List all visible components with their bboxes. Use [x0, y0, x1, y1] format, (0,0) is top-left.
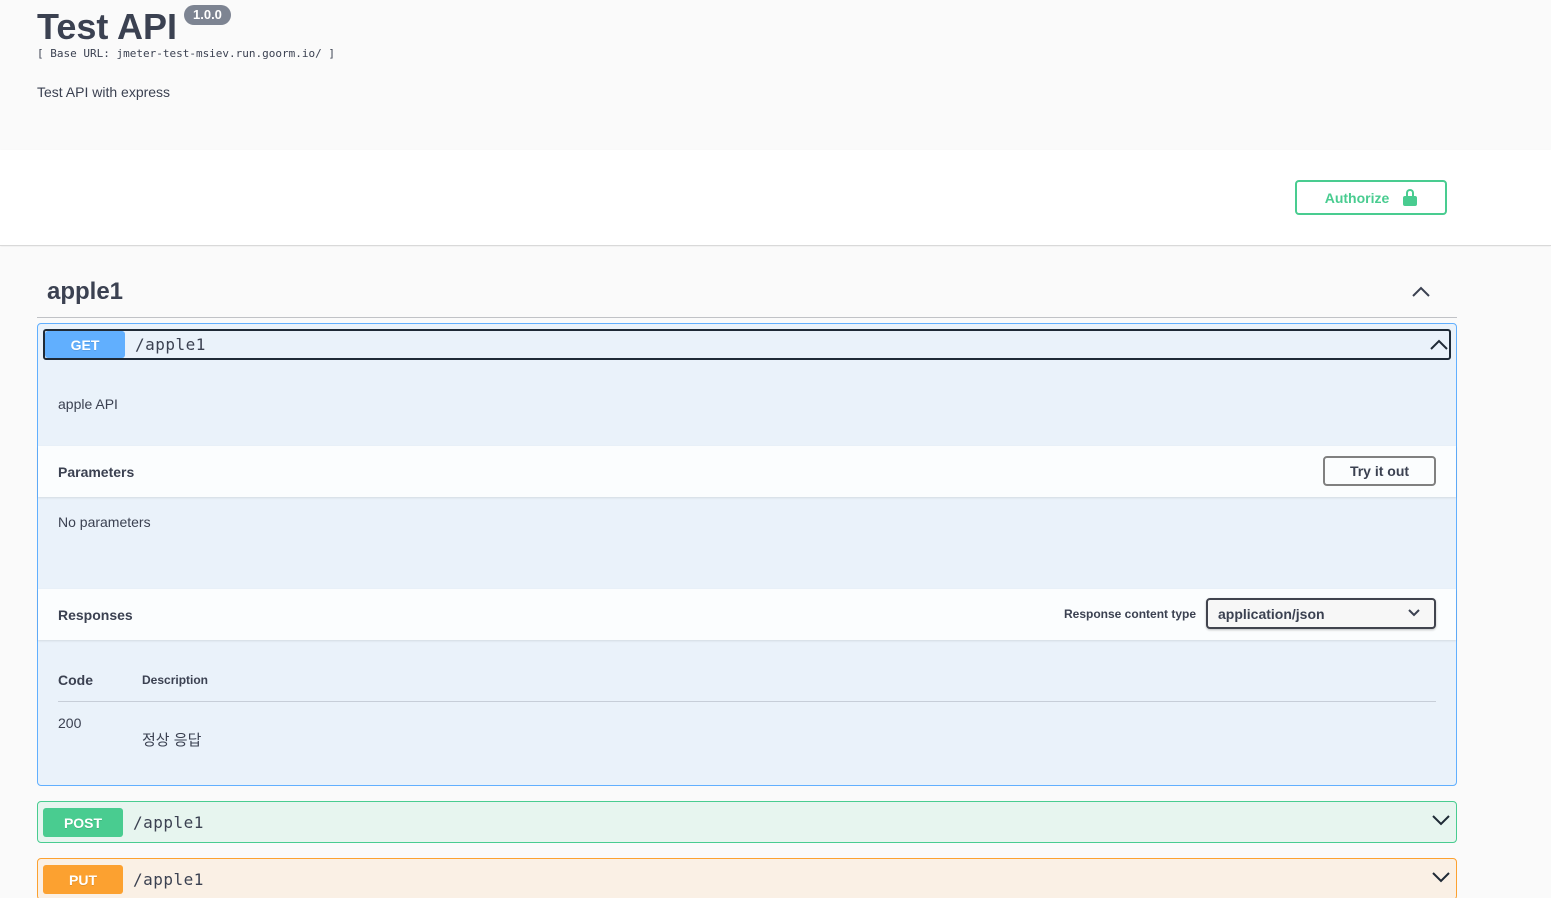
- responses-header: Responses Response content type applicat…: [38, 589, 1456, 640]
- api-description: Test API with express: [37, 84, 171, 100]
- chevron-down-icon[interactable]: [1431, 813, 1451, 827]
- operation-post-apple1: POST /apple1: [37, 801, 1457, 843]
- column-header-code: Code: [58, 672, 93, 688]
- operation-path: /apple1: [133, 813, 204, 832]
- operation-path: /apple1: [133, 870, 204, 889]
- table-divider: [58, 701, 1436, 702]
- operation-path: /apple1: [135, 335, 206, 354]
- authorize-label: Authorize: [1324, 189, 1390, 206]
- authorize-button[interactable]: Authorize: [1295, 180, 1447, 215]
- response-content-type-label: Response content type: [1064, 607, 1197, 621]
- response-content-type-value: application/json: [1218, 605, 1325, 622]
- operation-description: apple API: [58, 396, 118, 412]
- operation-summary-get[interactable]: GET /apple1: [43, 329, 1451, 360]
- response-code: 200: [58, 715, 82, 731]
- api-info-header: Test API 1.0.0 [ Base URL: jmeter-test-m…: [0, 0, 1551, 150]
- method-badge-post: POST: [43, 808, 123, 837]
- operation-put-apple1: PUT /apple1: [37, 858, 1457, 898]
- method-badge-get: GET: [45, 331, 125, 358]
- tag-name: apple1: [47, 278, 124, 305]
- column-header-description: Description: [142, 673, 209, 687]
- response-description: 정상 응답: [142, 732, 202, 749]
- parameters-header: Parameters Try it out: [38, 446, 1456, 497]
- unlock-icon: [1403, 189, 1418, 206]
- scheme-container: Authorize: [0, 150, 1551, 246]
- no-parameters-text: No parameters: [58, 514, 151, 530]
- version-badge: 1.0.0: [184, 5, 231, 25]
- chevron-down-icon: [1408, 609, 1420, 617]
- chevron-up-icon[interactable]: [1411, 284, 1431, 298]
- operation-summary-post[interactable]: POST /apple1: [43, 807, 1451, 838]
- responses-title: Responses: [58, 607, 133, 623]
- api-title: Test API: [37, 6, 178, 47]
- try-it-out-button[interactable]: Try it out: [1323, 456, 1436, 486]
- tag-header-apple1[interactable]: apple1: [37, 268, 1457, 318]
- chevron-up-icon[interactable]: [1429, 337, 1449, 351]
- base-url: [ Base URL: jmeter-test-msiev.run.goorm.…: [37, 47, 336, 60]
- response-content-type-select[interactable]: application/json: [1206, 598, 1436, 629]
- method-badge-put: PUT: [43, 865, 123, 894]
- operation-summary-put[interactable]: PUT /apple1: [43, 864, 1451, 895]
- operation-get-apple1: GET /apple1 apple API Parameters Try it …: [37, 323, 1457, 786]
- chevron-down-icon[interactable]: [1431, 870, 1451, 884]
- parameters-title: Parameters: [58, 464, 135, 480]
